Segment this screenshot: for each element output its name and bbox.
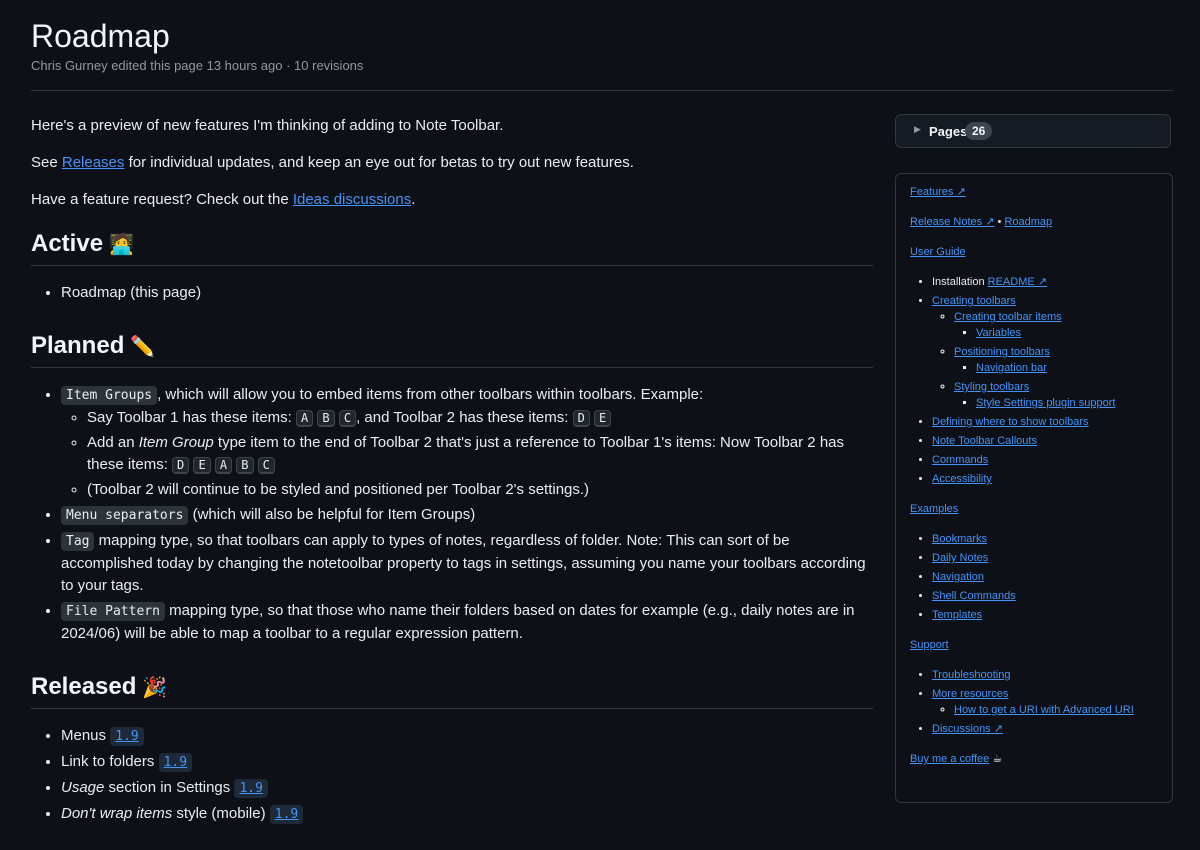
sidebar-link-navigation-bar[interactable]: Navigation bar [976, 362, 1047, 374]
party-popper-emoji: 🎉 [142, 677, 168, 699]
intro-paragraph-3: Have a feature request? Check out the Id… [31, 191, 416, 208]
list-item: Templates [932, 607, 1158, 623]
sidebar-link-advanced-uri[interactable]: How to get a URI with Advanced URI [954, 704, 1134, 716]
sidebar-link-variables[interactable]: Variables [976, 327, 1021, 339]
sidebar-link-bookmarks[interactable]: Bookmarks [932, 533, 987, 545]
list-item: Styling toolbars Style Settings plugin s… [954, 379, 1158, 411]
sidebar-link-defining[interactable]: Defining where to show toolbars [932, 416, 1089, 428]
sidebar-link-user-guide[interactable]: User Guide [910, 246, 966, 258]
list-item: Roadmap (this page) [61, 282, 873, 304]
releases-link[interactable]: Releases [62, 154, 125, 171]
wiki-content: Here's a preview of new features I'm thi… [31, 115, 873, 850]
sidebar-link-troubleshooting[interactable]: Troubleshooting [932, 669, 1010, 681]
planned-list: Item Groups, which will allow you to emb… [31, 384, 873, 645]
wiki-sidebar: Features ↗ Release Notes ↗ • Roadmap Use… [895, 173, 1173, 803]
list-item: Usage section in Settings 1.9 [61, 777, 873, 800]
list-item: Style Settings plugin support [976, 395, 1158, 411]
list-item: Don't wrap items style (mobile) 1.9 [61, 803, 873, 826]
sidebar-link-support[interactable]: Support [910, 639, 949, 651]
tag-code: Tag [61, 532, 95, 551]
sidebar-link-shell-commands[interactable]: Shell Commands [932, 590, 1016, 602]
title-divider [31, 90, 1173, 91]
page-title: Roadmap [31, 18, 170, 54]
version-link[interactable]: 1.9 [269, 805, 304, 824]
active-list: Roadmap (this page) [31, 282, 873, 304]
sidebar-link-templates[interactable]: Templates [932, 609, 982, 621]
item-groups-code: Item Groups [61, 386, 158, 405]
list-item: Commands [932, 452, 1158, 468]
revision-meta[interactable]: Chris Gurney edited this page 13 hours a… [31, 58, 363, 73]
list-item: Bookmarks [932, 531, 1158, 547]
list-item: Tag mapping type, so that toolbars can a… [61, 530, 873, 597]
sidebar-link-creating-items[interactable]: Creating toolbar items [954, 311, 1062, 323]
menu-separators-code: Menu separators [61, 506, 189, 525]
version-link[interactable]: 1.9 [158, 753, 193, 772]
sidebar-link-buy-coffee[interactable]: Buy me a coffee [910, 753, 989, 765]
list-item: Defining where to show toolbars [932, 414, 1158, 430]
sidebar-link-positioning[interactable]: Positioning toolbars [954, 346, 1050, 358]
version-link[interactable]: 1.9 [110, 727, 144, 746]
released-heading: Released 🎉 [31, 669, 873, 709]
sidebar-link-discussions[interactable]: Discussions ↗ [932, 723, 1003, 735]
pencil-emoji: ✏️ [130, 336, 156, 358]
list-item: Navigation bar [976, 360, 1158, 376]
coffee-icon: ☕ [992, 753, 1003, 765]
list-item: File Pattern mapping type, so that those… [61, 600, 873, 645]
pages-count-badge: 26 [965, 122, 993, 140]
intro-paragraph-2: See Releases for individual updates, and… [31, 154, 634, 171]
list-item: Troubleshooting [932, 667, 1158, 683]
list-item: Creating toolbars Creating toolbar items… [932, 293, 1158, 411]
file-pattern-code: File Pattern [61, 602, 165, 621]
list-item: Positioning toolbars Navigation bar [954, 344, 1158, 376]
sidebar-link-roadmap[interactable]: Roadmap [1004, 216, 1052, 228]
caret-right-icon: ▶ [914, 124, 921, 134]
sidebar-link-accessibility[interactable]: Accessibility [932, 473, 992, 485]
list-item: Installation README ↗ [932, 274, 1158, 290]
sidebar-link-examples[interactable]: Examples [910, 503, 958, 515]
sidebar-link-navigation[interactable]: Navigation [932, 571, 984, 583]
list-item: Note Toolbar Callouts [932, 433, 1158, 449]
list-item: How to get a URI with Advanced URI [954, 702, 1158, 718]
list-item: Menus 1.9 [61, 725, 873, 748]
technologist-emoji: 🧑‍💻 [109, 234, 134, 256]
sidebar-link-release-notes[interactable]: Release Notes ↗ [910, 216, 994, 228]
sidebar-link-commands[interactable]: Commands [932, 454, 988, 466]
sidebar-link-more-resources[interactable]: More resources [932, 688, 1008, 700]
sidebar-link-callouts[interactable]: Note Toolbar Callouts [932, 435, 1037, 447]
active-heading: Active 🧑‍💻 [31, 226, 873, 266]
ideas-discussions-link[interactable]: Ideas discussions [293, 191, 411, 208]
sidebar-link-readme[interactable]: README ↗ [988, 276, 1047, 288]
list-item: Add an Item Group type item to the end o… [87, 432, 873, 476]
sidebar-link-creating-toolbars[interactable]: Creating toolbars [932, 295, 1016, 307]
list-item: Link to folders 1.9 [61, 751, 873, 774]
version-link[interactable]: 1.9 [234, 779, 268, 798]
list-item: (Toolbar 2 will continue to be styled an… [87, 479, 873, 501]
list-item: Discussions ↗ [932, 721, 1158, 737]
list-item: Item Groups, which will allow you to emb… [61, 384, 873, 501]
list-item: Variables [976, 325, 1158, 341]
list-item: Daily Notes [932, 550, 1158, 566]
sidebar-link-styling[interactable]: Styling toolbars [954, 381, 1029, 393]
list-item: Accessibility [932, 471, 1158, 487]
sidebar-link-features[interactable]: Features ↗ [910, 186, 966, 198]
released-list: Menus 1.9 Link to folders 1.9 Usage sect… [31, 725, 873, 826]
list-item: Shell Commands [932, 588, 1158, 604]
list-item: More resources How to get a URI with Adv… [932, 686, 1158, 718]
sidebar-link-style-settings[interactable]: Style Settings plugin support [976, 397, 1115, 409]
pages-toggle[interactable]: ▶ Pages 26 [895, 114, 1171, 148]
list-item: Menu separators (which will also be help… [61, 504, 873, 527]
list-item: Creating toolbar items Variables [954, 309, 1158, 341]
list-item: Say Toolbar 1 has these items: A B C, an… [87, 407, 873, 429]
pages-label: Pages [929, 124, 968, 139]
intro-paragraph-1: Here's a preview of new features I'm thi… [31, 117, 504, 134]
planned-heading: Planned ✏️ [31, 328, 873, 368]
sidebar-link-daily-notes[interactable]: Daily Notes [932, 552, 988, 564]
list-item: Navigation [932, 569, 1158, 585]
